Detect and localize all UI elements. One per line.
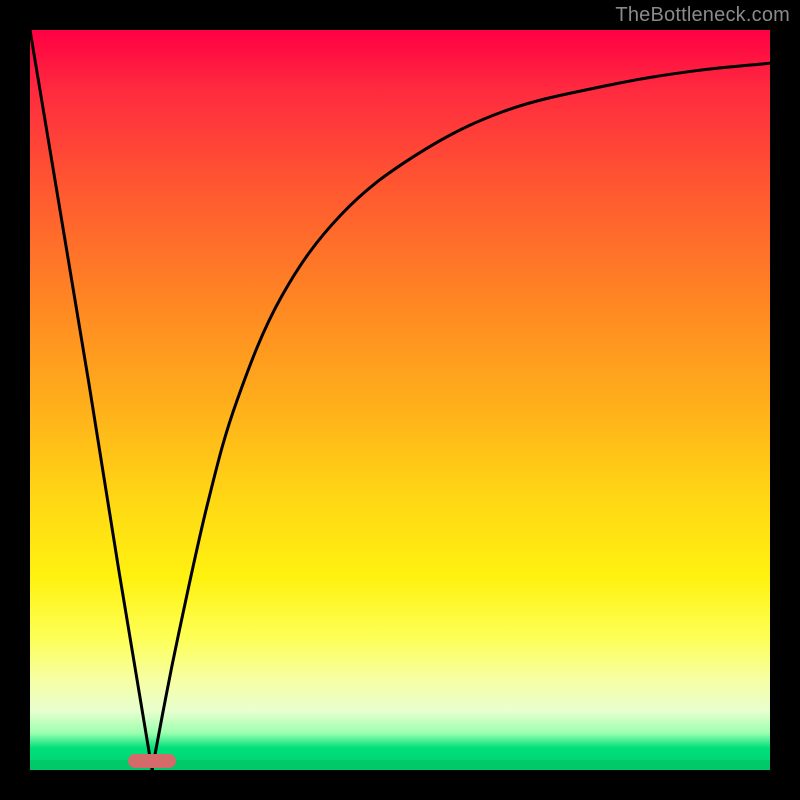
curve-right-branch [152, 63, 770, 770]
optimum-marker [128, 754, 176, 768]
watermark-text: TheBottleneck.com [615, 4, 790, 27]
plot-area [30, 30, 770, 770]
chart-frame: TheBottleneck.com [0, 0, 800, 800]
bottleneck-curve [30, 30, 770, 770]
curve-left-branch [30, 30, 152, 770]
